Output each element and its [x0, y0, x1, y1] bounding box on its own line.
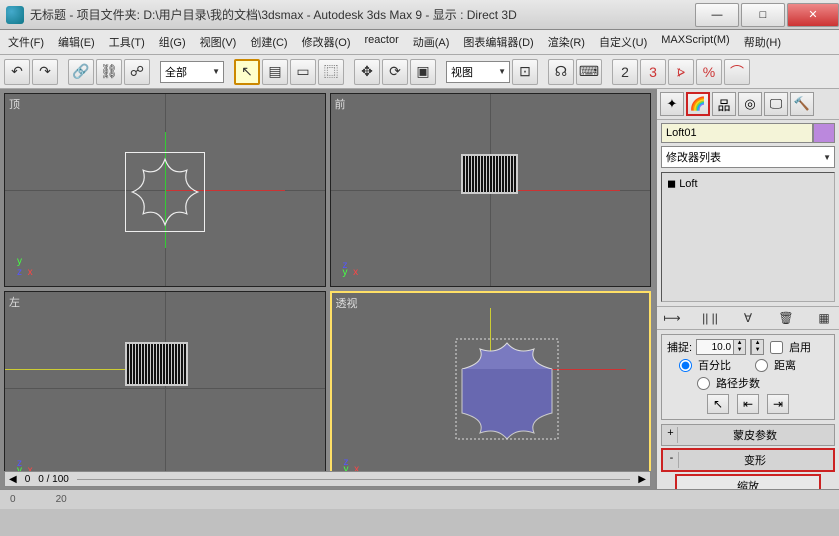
deformations-rollup[interactable]: - 变形 [661, 448, 835, 472]
percent-snap-button[interactable]: % [696, 59, 722, 85]
close-button[interactable]: ✕ [787, 3, 839, 27]
viewport-label-front: 前 [335, 96, 346, 112]
selection-filter-dropdown[interactable]: 全部 [160, 61, 224, 83]
display-tab[interactable]: 🖵 [764, 92, 788, 116]
utilities-tab[interactable]: 🔨 [790, 92, 814, 116]
pin-stack-button[interactable]: ⟼ [663, 309, 681, 327]
menu-help[interactable]: 帮助(H) [742, 32, 783, 52]
capture-spinner[interactable]: ▲▼ [696, 339, 746, 355]
timeline-ruler[interactable]: 0 20 [0, 489, 839, 509]
menu-render[interactable]: 渲染(R) [546, 32, 587, 52]
pick-shape-button[interactable]: ↖ [707, 394, 729, 414]
menu-create[interactable]: 创建(C) [248, 32, 289, 52]
object-color-swatch[interactable] [813, 123, 835, 143]
viewport-label-perspective: 透视 [336, 295, 358, 311]
viewport-label-top: 顶 [9, 96, 20, 112]
enable-checkbox[interactable] [770, 341, 783, 354]
viewports-area: 顶 yz x 前 zy x 左 zy [0, 89, 655, 489]
menu-animation[interactable]: 动画(A) [411, 32, 452, 52]
menu-modifiers[interactable]: 修改器(O) [300, 32, 353, 52]
keyboard-shortcut-button[interactable]: ⌨ [576, 59, 602, 85]
skin-params-rollup[interactable]: + 蒙皮参数 [661, 424, 835, 446]
time-slider[interactable]: ◀0 0 / 100 ▶ [4, 471, 651, 487]
undo-button[interactable]: ↶ [4, 59, 30, 85]
command-panel: ✦ 🌈 品 ◎ 🖵 🔨 修改器列表 ◼ Loft ⟼ || || ∀ 🗑 ▦ 捕… [655, 89, 839, 489]
pivot-button[interactable]: ⊡ [512, 59, 538, 85]
viewport-perspective[interactable]: 透视 zy x [330, 291, 652, 485]
link-button[interactable]: 🔗 [68, 59, 94, 85]
spinner-snap-button[interactable]: ⌒ [724, 59, 750, 85]
axis-widget-front: zy x [343, 260, 359, 278]
object-name-input[interactable] [661, 123, 813, 143]
move-button[interactable]: ✥ [354, 59, 380, 85]
ref-coord-dropdown[interactable]: 视图 [446, 61, 510, 83]
viewport-left[interactable]: 左 zy x [4, 291, 326, 485]
remove-modifier-button[interactable]: 🗑 [777, 309, 795, 327]
rotate-button[interactable]: ⟳ [382, 59, 408, 85]
select-cursor-button[interactable]: ↖ [234, 59, 260, 85]
menu-bar: 文件(F) 编辑(E) 工具(T) 组(G) 视图(V) 创建(C) 修改器(O… [0, 30, 839, 55]
viewport-front[interactable]: 前 zy x [330, 93, 652, 287]
hierarchy-tab[interactable]: 品 [712, 92, 736, 116]
axis-widget-top: yz x [17, 256, 33, 278]
menu-reactor[interactable]: reactor [363, 32, 401, 52]
motion-tab[interactable]: ◎ [738, 92, 762, 116]
menu-customize[interactable]: 自定义(U) [597, 32, 649, 52]
menu-edit[interactable]: 编辑(E) [56, 32, 97, 52]
loft-shape-front [461, 154, 518, 194]
enable-label: 启用 [789, 339, 811, 355]
app-icon [6, 6, 24, 24]
modifier-stack-item[interactable]: ◼ Loft [665, 176, 831, 191]
scale-button[interactable]: ▣ [410, 59, 436, 85]
menu-grapheditors[interactable]: 图表编辑器(D) [461, 32, 535, 52]
pathsteps-label: 路径步数 [716, 375, 760, 391]
create-tab[interactable]: ✦ [660, 92, 684, 116]
maximize-button[interactable]: □ [741, 3, 785, 27]
unlink-button[interactable]: ⛓ [96, 59, 122, 85]
capture-label: 捕捉: [667, 339, 692, 355]
select-region-button[interactable]: ▭ [290, 59, 316, 85]
prev-shape-button[interactable]: ⇤ [737, 394, 759, 414]
star-shape-top [125, 152, 205, 232]
window-title: 无标题 - 项目文件夹: D:\用户目录\我的文档\3dsmax - Autod… [30, 6, 693, 23]
bind-button[interactable]: ☍ [124, 59, 150, 85]
percent-label: 百分比 [698, 357, 731, 373]
path-parameters-panel: 捕捉: ▲▼ ▲▼ 启用 百分比 距离 [661, 334, 835, 420]
distance-label: 距离 [774, 357, 796, 373]
menu-group[interactable]: 组(G) [157, 32, 188, 52]
menu-view[interactable]: 视图(V) [198, 32, 239, 52]
angle-snap-button[interactable]: ⦠ [668, 59, 694, 85]
configure-sets-button[interactable]: ▦ [815, 309, 833, 327]
snap-2d-button[interactable]: 2 [612, 59, 638, 85]
scale-deformation-button[interactable]: 缩放 [675, 474, 821, 489]
minimize-button[interactable]: — [695, 3, 739, 27]
show-end-result-button[interactable]: || || [701, 309, 719, 327]
select-manipulate-button[interactable]: ☊ [548, 59, 574, 85]
modify-tab[interactable]: 🌈 [686, 92, 710, 116]
distance-radio[interactable] [755, 359, 768, 372]
modifier-list-dropdown[interactable]: 修改器列表 [661, 146, 835, 168]
modifier-stack[interactable]: ◼ Loft [661, 172, 835, 302]
pathsteps-radio[interactable] [697, 377, 710, 390]
main-toolbar: ↶ ↷ 🔗 ⛓ ☍ 全部 ↖ ▤ ▭ ⿴ ✥ ⟳ ▣ 视图 ⊡ ☊ ⌨ 2 3 … [0, 55, 839, 89]
viewport-top[interactable]: 顶 yz x [4, 93, 326, 287]
viewport-label-left: 左 [9, 294, 20, 310]
redo-button[interactable]: ↷ [32, 59, 58, 85]
menu-tools[interactable]: 工具(T) [107, 32, 147, 52]
menu-file[interactable]: 文件(F) [6, 32, 46, 52]
snap-3d-button[interactable]: 3 [640, 59, 666, 85]
next-shape-button[interactable]: ⇥ [767, 394, 789, 414]
window-crossing-button[interactable]: ⿴ [318, 59, 344, 85]
loft-shape-perspective [442, 333, 572, 443]
capture-spinner-2[interactable]: ▲▼ [750, 339, 764, 355]
select-by-name-button[interactable]: ▤ [262, 59, 288, 85]
percent-radio[interactable] [679, 359, 692, 372]
menu-maxscript[interactable]: MAXScript(M) [659, 32, 731, 52]
make-unique-button[interactable]: ∀ [739, 309, 757, 327]
loft-shape-left [125, 342, 188, 386]
